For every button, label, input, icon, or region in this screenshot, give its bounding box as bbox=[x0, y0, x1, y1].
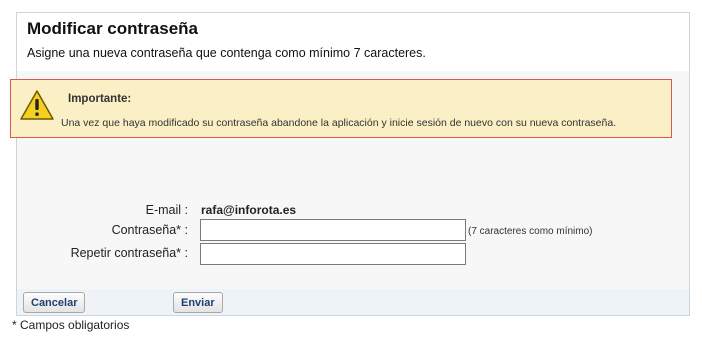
warning-box: Importante: Una vez que haya modificado … bbox=[10, 79, 672, 138]
password-label: Contraseña* : bbox=[111, 223, 188, 237]
cancel-button[interactable]: Cancelar bbox=[23, 292, 86, 313]
page-subtitle: Asigne una nueva contraseña que contenga… bbox=[27, 46, 426, 60]
warning-title: Importante: bbox=[68, 93, 132, 105]
email-label: E-mail : bbox=[145, 203, 188, 217]
change-password-panel: Modificar contraseña Asigne una nueva co… bbox=[16, 12, 690, 316]
repeat-password-input[interactable] bbox=[200, 243, 466, 265]
email-value: rafa@inforota.es bbox=[201, 203, 297, 217]
repeat-password-label: Repetir contraseña* : bbox=[70, 246, 188, 260]
warning-icon bbox=[20, 90, 54, 120]
page-title: Modificar contraseña bbox=[27, 19, 198, 38]
required-fields-note: * Campos obligatorios bbox=[12, 318, 130, 332]
password-hint: (7 caracteres como mínimo) bbox=[468, 226, 593, 237]
password-input[interactable] bbox=[200, 219, 466, 241]
button-bar bbox=[17, 289, 689, 315]
submit-button[interactable]: Enviar bbox=[173, 292, 223, 313]
warning-text: Una vez que haya modificado su contraseñ… bbox=[61, 117, 617, 129]
